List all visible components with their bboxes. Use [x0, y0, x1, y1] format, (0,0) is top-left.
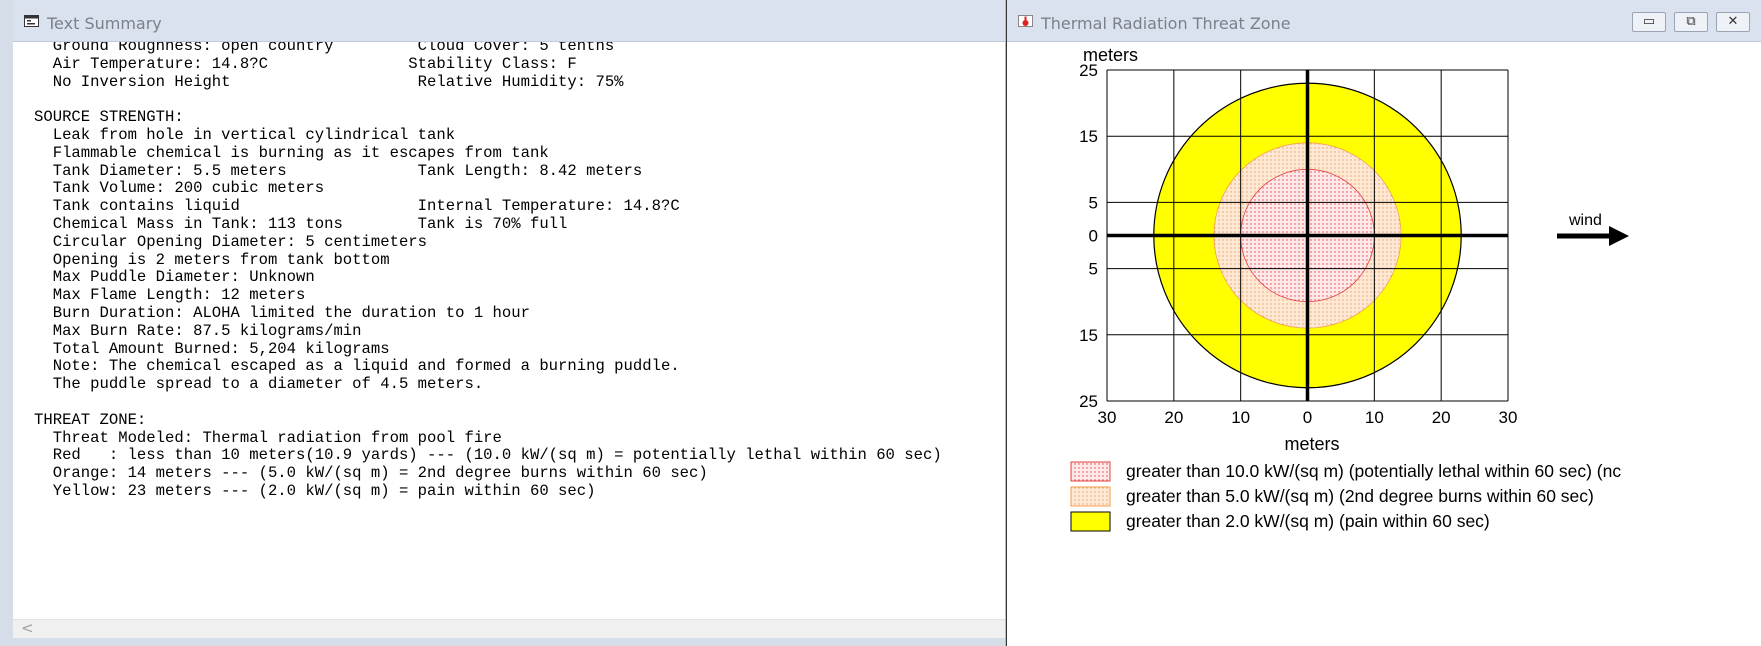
- text-summary-titlebar[interactable]: Text Summary: [13, 0, 1005, 42]
- legend-swatch: [1070, 511, 1111, 532]
- window-bottom-frame: [13, 638, 1005, 646]
- legend-swatch: [1070, 461, 1111, 482]
- close-button[interactable]: ✕: [1716, 12, 1750, 32]
- x-tick-label: 20: [1164, 408, 1183, 427]
- legend-label: greater than 10.0 kW/(sq m) (potentially…: [1126, 461, 1621, 481]
- y-tick-label: 5: [1089, 193, 1098, 212]
- legend-label: greater than 2.0 kW/(sq m) (pain within …: [1126, 511, 1490, 531]
- summary-line: The puddle spread to a diameter of 4.5 m…: [34, 375, 484, 394]
- scroll-left-arrow-icon[interactable]: <: [21, 619, 34, 637]
- threat-zone-titlebar[interactable]: Thermal Radiation Threat Zone ▭ ⧉ ✕: [1007, 0, 1761, 42]
- y-tick-label: 5: [1089, 260, 1098, 279]
- chart-legend: greater than 10.0 kW/(sq m) (potentially…: [1070, 461, 1621, 532]
- text-document-icon: [24, 15, 39, 27]
- window-title: Thermal Radiation Threat Zone: [1041, 14, 1291, 33]
- horizontal-scrollbar[interactable]: <: [13, 619, 1005, 638]
- maximize-button[interactable]: ⧉: [1674, 12, 1708, 32]
- close-icon: ✕: [1727, 14, 1739, 29]
- minimize-button[interactable]: ▭: [1632, 12, 1666, 32]
- text-summary-window: Text Summary Ground Roughness: open coun…: [0, 0, 1006, 646]
- x-tick-label: 10: [1231, 408, 1250, 427]
- y-tick-label: 25: [1079, 392, 1098, 411]
- y-tick-label: 15: [1079, 326, 1098, 345]
- summary-line: Yellow: 23 meters --- (2.0 kW/(sq m) = p…: [34, 482, 596, 500]
- x-tick-label: 30: [1499, 408, 1518, 427]
- minimize-icon: ▭: [1642, 14, 1656, 29]
- summary-line: No Inversion Height Relative Humidity: 7…: [34, 72, 624, 91]
- chart-axes: [1107, 70, 1508, 401]
- maximize-icon: ⧉: [1686, 14, 1696, 29]
- legend-swatch: [1070, 486, 1111, 507]
- x-tick-label: 10: [1365, 408, 1384, 427]
- x-tick-label: 20: [1432, 408, 1451, 427]
- threat-zone-chart: 30 20 10 0 10 20 3025155051525 meters meters w…: [1070, 45, 1629, 532]
- wind-label: wind: [1568, 212, 1602, 229]
- x-tick-label: 30: [1098, 408, 1117, 427]
- y-tick-label: 15: [1079, 127, 1098, 146]
- y-tick-label: 0: [1089, 227, 1098, 246]
- threat-zone-plot-area: 30 20 10 0 10 20 30 25 15 5 0 5 15 25 meters meters w…: [1013, 42, 1761, 646]
- y-axis-label: meters: [1083, 45, 1138, 65]
- threat-zone-window: Thermal Radiation Threat Zone ▭ ⧉ ✕ 30 2…: [1006, 0, 1761, 646]
- wind-indicator: wind: [1557, 212, 1629, 246]
- window-title: Text Summary: [47, 14, 162, 33]
- x-tick-label: 0: [1303, 408, 1312, 427]
- thermometer-icon: [1018, 15, 1033, 27]
- x-axis-label: meters: [1284, 434, 1339, 454]
- legend-label: greater than 5.0 kW/(sq m) (2nd degree b…: [1126, 486, 1594, 506]
- text-summary-body[interactable]: Ground Roughness: open country Cloud Cov…: [13, 42, 1005, 620]
